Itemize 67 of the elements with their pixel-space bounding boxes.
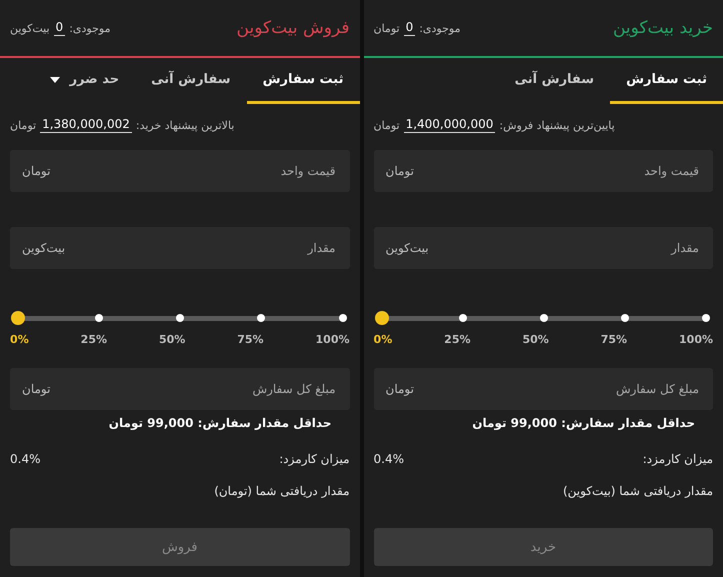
text-input[interactable]: مقدار	[65, 240, 338, 256]
minimum-order-text: حداقل مقدار سفارش: 99,000 تومان	[471, 415, 696, 430]
input-field[interactable]: مبلغ کل سفارش تومان	[10, 368, 350, 410]
slider-percent-label: 0%	[374, 333, 392, 346]
caret-icon	[50, 76, 60, 82]
fee-label: میزان کارمزد:	[642, 452, 713, 466]
receive-amount-label: مقدار دریافتی شما (تومان)	[214, 484, 350, 498]
best-offer-label: پایین‌ترین پیشنهاد فروش:	[499, 118, 615, 132]
order-type-dropdown[interactable]: حد ضرر	[34, 58, 136, 104]
slider-percent-label: 100%	[679, 333, 713, 346]
unit-label: تومان	[386, 164, 414, 178]
slider-step-dot	[458, 314, 467, 322]
input-field[interactable]: مبلغ کل سفارش تومان	[374, 368, 713, 410]
text-input[interactable]: مبلغ کل سفارش	[50, 381, 338, 397]
input-field[interactable]: مقدار بیت‌کوین	[10, 227, 350, 269]
best-offer-value[interactable]: 1,400,000,000	[404, 117, 496, 133]
balance-label: موجودی:	[69, 22, 110, 34]
text-input[interactable]: مبلغ کل سفارش	[414, 381, 701, 397]
slider-percent-label: 75%	[237, 333, 264, 346]
receive-amount-label: مقدار دریافتی شما (بیت‌کوین)	[562, 484, 713, 498]
slider-thumb[interactable]	[374, 311, 388, 325]
slider-percent-label: 25%	[80, 333, 108, 346]
balance-unit: تومان	[374, 22, 400, 34]
slider-step-dot	[702, 314, 710, 322]
unit-label: تومان	[22, 382, 50, 396]
balance-value: 0	[404, 20, 416, 36]
slider-track[interactable]	[11, 311, 350, 325]
order-tab[interactable]: سفارش آنی	[498, 58, 610, 104]
order-tab[interactable]: ثبت سفارش	[246, 58, 360, 104]
order-tab[interactable]: سفارش آنی	[135, 58, 247, 104]
panel-title: فروش بیت‌کوین	[236, 18, 350, 38]
fee-value: 0.4%	[374, 452, 404, 466]
slider-percent-label: 25%	[444, 333, 471, 346]
best-offer-value[interactable]: 1,380,000,002	[40, 117, 132, 133]
slider-percent-label: 75%	[600, 333, 628, 346]
text-input[interactable]: قیمت واحد	[414, 163, 701, 179]
input-field[interactable]: مقدار بیت‌کوین	[374, 227, 713, 269]
slider-thumb[interactable]	[11, 311, 25, 325]
best-offer-unit: تومان	[374, 118, 400, 132]
input-field[interactable]: قیمت واحد تومان	[10, 150, 350, 192]
best-offer-label: بالاترین پیشنهاد خرید:	[136, 118, 234, 132]
panel-title: خرید بیت‌کوین	[612, 18, 713, 38]
slider-percent-label: 100%	[316, 333, 350, 346]
text-input[interactable]: مقدار	[428, 240, 701, 256]
input-field[interactable]: قیمت واحد تومان	[374, 150, 713, 192]
slider-step-dot	[620, 314, 629, 322]
slider-step-dot	[338, 314, 346, 322]
unit-label: بیت‌کوین	[386, 241, 429, 255]
slider-step-dot	[257, 314, 266, 322]
best-offer-unit: تومان	[10, 118, 36, 132]
minimum-order-text: حداقل مقدار سفارش: 99,000 تومان	[108, 415, 332, 430]
order-tab[interactable]: ثبت سفارش	[610, 58, 723, 104]
slider-percent-label: 0%	[10, 333, 29, 346]
unit-label: بیت‌کوین	[22, 241, 66, 255]
fee-value: 0.4%	[10, 452, 40, 466]
balance-unit: بیت‌کوین	[10, 22, 50, 34]
unit-label: تومان	[22, 164, 50, 178]
slider-step-dot	[176, 314, 184, 322]
fee-label: میزان کارمزد:	[279, 452, 350, 466]
slider-step-dot	[540, 314, 548, 322]
slider-percent-label: 50%	[158, 333, 186, 346]
unit-label: تومان	[386, 382, 414, 396]
balance-label: موجودی:	[419, 22, 460, 34]
balance-value: 0	[54, 20, 66, 36]
slider-percent-label: 50%	[522, 333, 549, 346]
slider-step-dot	[95, 314, 104, 322]
text-input[interactable]: قیمت واحد	[50, 163, 338, 179]
